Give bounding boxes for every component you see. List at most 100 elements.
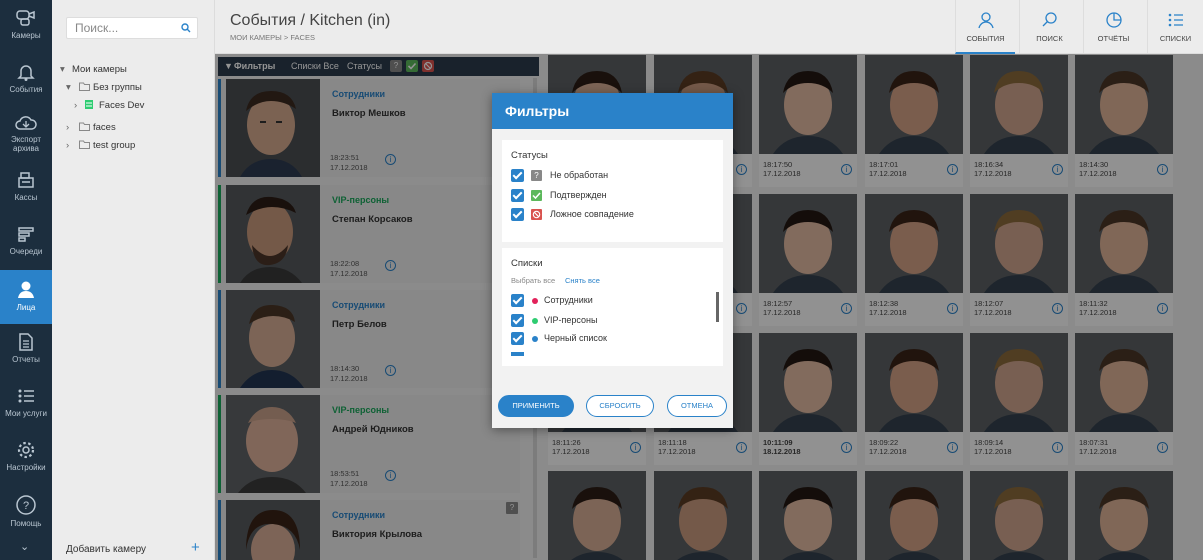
nav-label: Кассы <box>14 193 38 202</box>
face-icon <box>18 281 34 298</box>
add-camera-link[interactable]: Добавить камеру <box>66 544 146 555</box>
reset-button[interactable]: СБРОСИТЬ <box>586 395 654 417</box>
search-icon <box>181 23 191 33</box>
select-all-link[interactable]: Выбрать все <box>511 276 555 285</box>
nav-label: Отчеты <box>12 355 40 364</box>
page-header: События / Kitchen (in) МОИ КАМЕРЫ > FACE… <box>215 0 1203 54</box>
list-color-dot <box>532 318 538 324</box>
tree-node[interactable]: › faces <box>52 119 215 137</box>
nav-item-cash[interactable]: Кассы <box>0 162 52 216</box>
cash-register-icon <box>18 172 34 188</box>
nav-label: Настройки <box>6 463 46 472</box>
gear-icon <box>17 441 35 459</box>
tab-search[interactable]: ПОИСК <box>1019 0 1079 54</box>
nav-item-help[interactable]: ? Помощь <box>0 486 52 540</box>
tree-node[interactable]: › Faces Dev <box>52 97 215 115</box>
tree-node[interactable]: › test group <box>52 137 215 155</box>
services-icon <box>18 389 34 403</box>
checkbox[interactable] <box>511 294 524 307</box>
tab-label: СПИСКИ <box>1159 34 1192 43</box>
face-outline-icon <box>977 12 994 29</box>
nav-item-reports[interactable]: Отчеты <box>0 324 52 378</box>
help-icon: ? <box>16 495 36 515</box>
filters-dialog: Фильтры Статусы ? Не обработан Подтвержд… <box>492 93 733 428</box>
add-camera-plus-icon[interactable]: + <box>191 539 200 556</box>
deselect-all-link[interactable]: Снять все <box>565 276 600 285</box>
main-nav: Камеры События Экспорт архива Кассы Очер… <box>0 0 52 560</box>
list-label: Сотрудники <box>544 295 593 305</box>
checkbox[interactable] <box>511 189 524 202</box>
tab-events[interactable]: СОБЫТИЯ <box>955 0 1015 54</box>
cloud-icon <box>15 116 37 130</box>
folder-icon <box>79 122 90 134</box>
checkbox[interactable] <box>511 332 524 345</box>
statuses-title: Статусы <box>511 150 548 161</box>
cancel-button[interactable]: ОТМЕНА <box>667 395 727 417</box>
lists-section: Списки Выбрать все Снять все Сотрудники … <box>502 248 723 366</box>
pie-chart-icon <box>1105 12 1122 28</box>
folder-icon <box>79 140 90 152</box>
tree-root-label: Мои камеры <box>72 64 127 75</box>
nav-label: Экспорт архива <box>10 135 42 153</box>
tree-node-label: faces <box>93 122 116 133</box>
search-placeholder: Поиск... <box>75 21 119 35</box>
checkbox[interactable] <box>511 169 524 182</box>
list-label: Черный список <box>544 333 607 343</box>
status-label: Подтвержден <box>550 190 607 200</box>
nav-item-settings[interactable]: Настройки <box>0 432 52 486</box>
folder-icon <box>79 82 90 94</box>
tree-node[interactable]: ▾ Без группы <box>52 79 215 97</box>
report-icon <box>19 333 33 351</box>
tab-lists[interactable]: СПИСКИ <box>1147 0 1203 54</box>
chevron-down-icon: ▾ <box>66 82 71 93</box>
nav-label: События <box>9 85 43 94</box>
svg-text:?: ? <box>23 500 29 512</box>
nav-item-queues[interactable]: Очереди <box>0 216 52 270</box>
checkbox[interactable] <box>511 208 524 221</box>
list-icon <box>1168 13 1183 27</box>
tree-node-label: Faces Dev <box>99 100 145 111</box>
chevron-down-icon: ▾ <box>60 64 65 75</box>
chevron-down-icon[interactable]: ⌄ <box>20 540 29 553</box>
page-title: События / Kitchen (in) <box>230 12 391 29</box>
cameras-icon <box>16 10 35 26</box>
tab-label: ПОИСК <box>1036 34 1063 43</box>
camera-list-icon <box>85 100 93 112</box>
bell-icon <box>17 65 35 81</box>
camera-tree-panel: Поиск... ▾ Мои камеры ▾ Без группы › Fac… <box>52 0 215 560</box>
nav-item-export[interactable]: Экспорт архива <box>0 108 52 162</box>
tree-root[interactable]: ▾ Мои камеры <box>52 61 215 79</box>
search-input[interactable]: Поиск... <box>66 17 198 39</box>
tab-label: ОТЧЁТЫ <box>1097 34 1130 43</box>
tab-label: СОБЫТИЯ <box>966 34 1005 43</box>
checkbox-partial[interactable] <box>511 352 524 356</box>
unprocessed-status-icon: ? <box>531 170 542 181</box>
lists-title: Списки <box>511 258 543 269</box>
app-window: { "nav": { "items": [ {"label": "Камеры"… <box>0 0 1203 560</box>
list-label: VIP-персоны <box>544 315 598 325</box>
status-label: Не обработан <box>550 170 609 180</box>
nav-label: Мои услуги <box>5 409 47 418</box>
breadcrumb[interactable]: МОИ КАМЕРЫ > FACES <box>230 33 315 42</box>
confirmed-status-icon <box>531 190 542 201</box>
dialog-title: Фильтры <box>492 93 733 129</box>
apply-button[interactable]: ПРИМЕНИТЬ <box>498 395 574 417</box>
nav-item-cameras[interactable]: Камеры <box>0 0 52 54</box>
tree-node-label: Без группы <box>93 82 142 93</box>
checkbox[interactable] <box>511 314 524 327</box>
nav-item-events[interactable]: События <box>0 54 52 108</box>
nav-item-services[interactable]: Мои услуги <box>0 378 52 432</box>
chevron-right-icon: › <box>74 100 78 111</box>
nav-label: Камеры <box>11 31 41 40</box>
statuses-section: Статусы ? Не обработан Подтвержден Ложно… <box>502 140 723 242</box>
nav-item-faces[interactable]: Лица <box>0 270 52 324</box>
tab-reports[interactable]: ОТЧЁТЫ <box>1083 0 1143 54</box>
queue-icon <box>18 227 34 242</box>
list-color-dot <box>532 336 538 342</box>
nav-label: Очереди <box>9 247 43 256</box>
chevron-right-icon: › <box>66 122 70 133</box>
nav-label: Помощь <box>10 519 42 528</box>
nav-label: Лица <box>16 303 36 312</box>
chevron-right-icon: › <box>66 140 70 151</box>
lists-scrollbar[interactable] <box>716 292 719 322</box>
